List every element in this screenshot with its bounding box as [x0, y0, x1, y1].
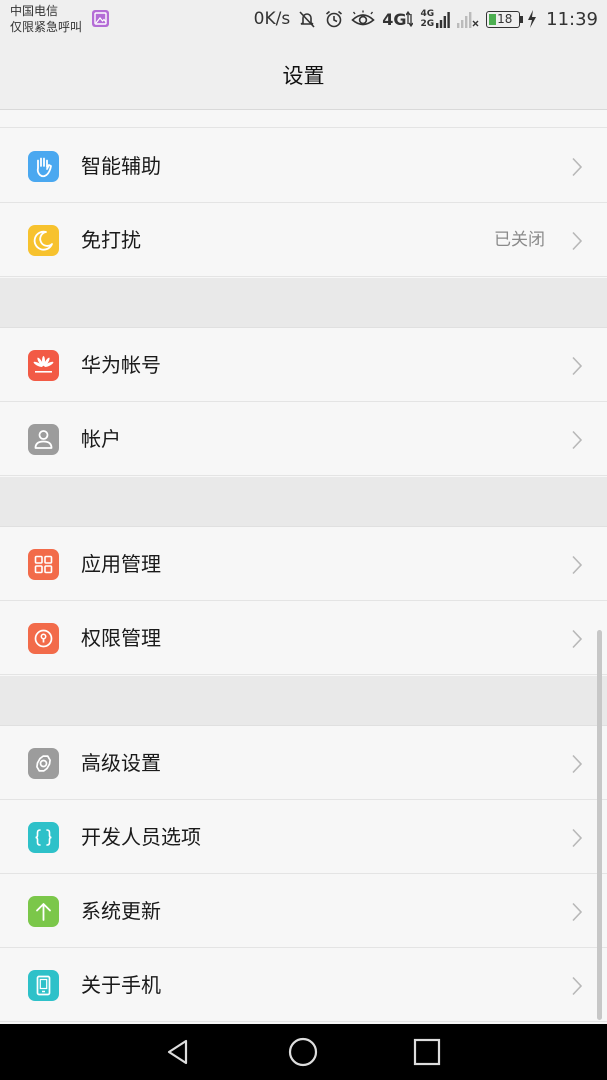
settings-item-developer-options[interactable]: 开发人员选项 — [0, 800, 607, 874]
moon-icon — [28, 225, 59, 256]
settings-item-permissions[interactable]: 权限管理 — [0, 601, 607, 675]
phone-icon — [28, 970, 59, 1001]
gear-icon — [28, 748, 59, 779]
settings-item-label: 高级设置 — [81, 751, 161, 775]
back-icon[interactable] — [164, 1036, 196, 1068]
section-divider — [0, 676, 607, 726]
gallery-notification-icon — [92, 10, 109, 27]
network-speed: 0K/s — [253, 9, 291, 29]
person-icon — [28, 424, 59, 455]
network-type-primary: 4G — [382, 10, 414, 29]
settings-item-label: 智能辅助 — [81, 154, 161, 178]
huawei-logo-icon — [28, 350, 59, 381]
keyhole-icon — [28, 623, 59, 654]
settings-item-system-update[interactable]: 系统更新 — [0, 874, 607, 948]
chevron-right-icon — [572, 828, 583, 848]
dnd-status-value: 已关闭 — [494, 230, 545, 250]
chevron-right-icon — [572, 902, 583, 922]
chevron-right-icon — [572, 356, 583, 376]
mute-icon — [299, 11, 315, 28]
settings-item-app-management[interactable]: 应用管理 — [0, 527, 607, 601]
signal-bars-icon — [436, 12, 450, 28]
page-title: 设置 — [282, 64, 325, 88]
chevron-right-icon — [572, 629, 583, 649]
settings-item-label: 应用管理 — [81, 552, 161, 576]
status-bar: 中国电信 仅限紧急呼叫 0K/s 4G 4G 2G 18 11:39 — [0, 0, 607, 40]
settings-item-label: 系统更新 — [81, 899, 161, 923]
settings-item-accounts[interactable]: 帐户 — [0, 402, 607, 476]
carrier-name: 中国电信 — [10, 4, 59, 18]
settings-item-smart-assist[interactable]: 智能辅助 — [0, 129, 607, 203]
braces-icon — [28, 822, 59, 853]
eye-comfort-icon — [351, 10, 375, 26]
settings-item-label: 关于手机 — [81, 973, 161, 997]
recents-icon[interactable] — [411, 1036, 443, 1068]
settings-item-huawei-id[interactable]: 华为帐号 — [0, 328, 607, 402]
chevron-right-icon — [572, 430, 583, 450]
settings-item-about-phone[interactable]: 关于手机 — [0, 948, 607, 1022]
settings-item-label: 华为帐号 — [81, 353, 161, 377]
battery-icon: 18 — [486, 10, 524, 28]
home-icon[interactable] — [287, 1036, 319, 1068]
chevron-right-icon — [572, 976, 583, 996]
network-type-secondary: 4G 2G — [420, 9, 450, 29]
navigation-bar — [0, 1024, 607, 1080]
data-arrows-icon — [406, 10, 414, 28]
clock: 11:39 — [546, 8, 598, 30]
alarm-icon — [326, 10, 343, 28]
settings-item-label: 帐户 — [81, 427, 121, 451]
grid-icon — [28, 549, 59, 580]
title-bar: 设置 — [0, 40, 607, 110]
hand-icon — [28, 151, 59, 182]
settings-item-label: 开发人员选项 — [81, 825, 201, 849]
no-signal-icon — [457, 12, 479, 28]
emergency-calls-only: 仅限紧急呼叫 — [10, 20, 83, 34]
arrow-up-icon — [28, 896, 59, 927]
section-divider — [0, 477, 607, 527]
status-indicators: 0K/s 4G 4G 2G 18 11:39 — [254, 6, 598, 32]
charging-icon — [528, 10, 537, 28]
section-divider — [0, 278, 607, 328]
chevron-right-icon — [572, 157, 583, 177]
settings-item-partial — [0, 111, 607, 128]
settings-item-label: 权限管理 — [81, 626, 161, 650]
battery-level: 18 — [497, 11, 513, 26]
scrollbar[interactable] — [597, 630, 602, 1020]
chevron-right-icon — [572, 555, 583, 575]
settings-list[interactable]: 智能辅助 免打扰 已关闭 华为帐号 帐户 应用管理 权限管理 高级设置 开发人员… — [0, 111, 607, 1024]
settings-item-label: 免打扰 — [81, 228, 141, 252]
chevron-right-icon — [572, 754, 583, 774]
settings-item-advanced[interactable]: 高级设置 — [0, 726, 607, 800]
settings-item-do-not-disturb[interactable]: 免打扰 已关闭 — [0, 203, 607, 277]
carrier-info: 中国电信 仅限紧急呼叫 — [10, 3, 82, 35]
chevron-right-icon — [572, 231, 583, 251]
